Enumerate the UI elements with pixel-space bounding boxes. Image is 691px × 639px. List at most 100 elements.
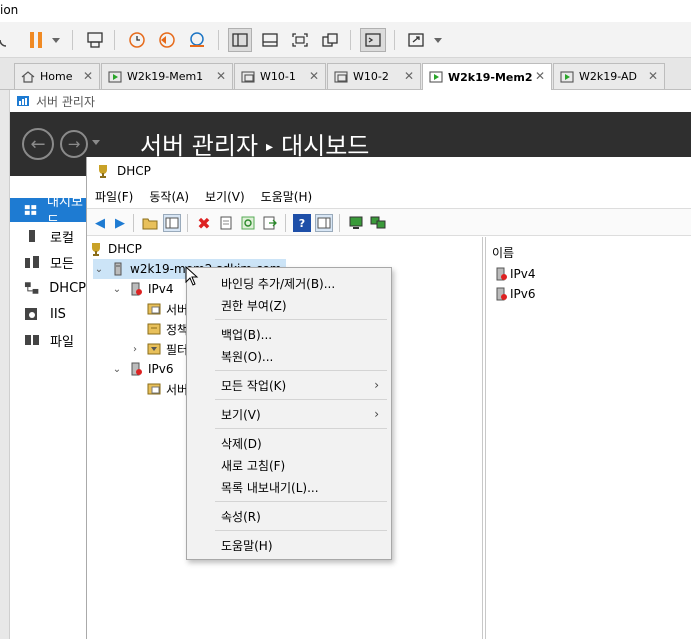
- list-item[interactable]: IPv4: [494, 265, 536, 283]
- toolbar-divider: [339, 214, 340, 232]
- menu-item-view[interactable]: 보기(V) ›: [187, 404, 391, 424]
- list-item-label: IPv4: [510, 267, 536, 281]
- properties-icon[interactable]: [217, 214, 235, 232]
- menu-help[interactable]: 도움말(H): [261, 188, 313, 205]
- nav-item-iis[interactable]: IIS: [10, 302, 86, 326]
- menu-item-delete[interactable]: 삭제(D): [187, 433, 391, 453]
- tab-home[interactable]: Home ✕: [14, 63, 100, 89]
- vm-icon: [241, 70, 255, 83]
- list-item[interactable]: IPv6: [494, 285, 536, 303]
- show-action-pane-icon[interactable]: [315, 214, 333, 232]
- nav-item-dashboard[interactable]: 대시보드: [10, 195, 86, 229]
- close-icon[interactable]: ✕: [404, 69, 414, 83]
- tab-w10-2[interactable]: W10-2 ✕: [327, 63, 421, 89]
- close-icon[interactable]: ✕: [648, 69, 658, 83]
- tree-item-ipv4-server-options[interactable]: 서버: [129, 299, 188, 319]
- refresh-icon[interactable]: [239, 214, 257, 232]
- vm-running-icon: [560, 70, 574, 83]
- toolbar-divider: [187, 214, 188, 232]
- tree-item-ipv4-filters[interactable]: › 필터: [129, 339, 188, 359]
- tree-root-dhcp[interactable]: DHCP: [89, 239, 142, 259]
- close-icon[interactable]: ✕: [309, 69, 319, 83]
- menu-item-authorize[interactable]: 권한 부여(Z): [187, 295, 391, 315]
- menu-item-backup[interactable]: 백업(B)...: [187, 324, 391, 344]
- tab-w2k19-mem1[interactable]: W2k19-Mem1 ✕: [101, 63, 233, 89]
- server-display-icon[interactable]: [347, 214, 365, 232]
- close-icon[interactable]: ✕: [535, 69, 545, 83]
- tree-item-ipv6[interactable]: ⌄ IPv6: [111, 359, 174, 379]
- show-hide-tree-icon[interactable]: [163, 214, 181, 232]
- tree-label: IPv6: [148, 362, 174, 376]
- back-icon[interactable]: ◀: [91, 214, 109, 232]
- menu-file[interactable]: 파일(F): [95, 188, 133, 205]
- nav-item-all-servers[interactable]: 모든: [10, 250, 86, 274]
- power-partial-icon[interactable]: [0, 28, 10, 52]
- toolbar-divider: [350, 30, 351, 50]
- show-library-icon[interactable]: [228, 28, 252, 52]
- forward-arrow-icon[interactable]: →: [60, 130, 88, 158]
- console-view-icon[interactable]: [360, 28, 386, 52]
- chevron-down-icon[interactable]: ⌄: [111, 284, 123, 295]
- chevron-down-icon[interactable]: ⌄: [111, 364, 123, 375]
- menu-item-help[interactable]: 도움말(H): [187, 535, 391, 555]
- column-header-name[interactable]: 이름: [492, 244, 514, 261]
- menu-separator: [215, 370, 387, 371]
- delete-icon[interactable]: ✖: [195, 214, 213, 233]
- tree-item-ipv4-policies[interactable]: 정책: [129, 319, 188, 339]
- revert-snapshot-icon[interactable]: [156, 28, 178, 52]
- dhcp-menu-bar: 파일(F) 동작(A) 보기(V) 도움말(H): [87, 185, 691, 207]
- help-icon[interactable]: ?: [293, 214, 311, 232]
- menu-item-export-list[interactable]: 목록 내보내기(L)...: [187, 477, 391, 497]
- tab-w2k19-mem2[interactable]: W2k19-Mem2 ✕: [422, 63, 552, 90]
- dhcp-title: DHCP: [117, 164, 151, 178]
- back-arrow-icon[interactable]: ←: [22, 128, 54, 160]
- nav-item-local-server[interactable]: 로컬: [10, 224, 86, 248]
- thumbnail-bar-icon[interactable]: [258, 28, 282, 52]
- close-icon[interactable]: ✕: [83, 69, 93, 83]
- menu-item-refresh[interactable]: 새로 고침(F): [187, 455, 391, 475]
- snapshot-manager-icon[interactable]: [186, 28, 208, 52]
- snapshot-icon[interactable]: [126, 28, 148, 52]
- tab-label: W10-2: [353, 70, 389, 83]
- forward-icon[interactable]: ▶: [111, 214, 129, 232]
- send-ctrl-alt-del-icon[interactable]: [84, 28, 106, 52]
- stretch-guest-icon[interactable]: [404, 28, 428, 52]
- chevron-right-icon[interactable]: ›: [129, 344, 141, 355]
- close-icon[interactable]: ✕: [216, 69, 226, 83]
- chevron-down-icon[interactable]: ⌄: [93, 264, 105, 275]
- tree-item-ipv6-server-options[interactable]: 서버: [129, 379, 188, 399]
- menu-item-add-remove-bindings[interactable]: 바인딩 추가/제거(B)...: [187, 273, 391, 293]
- nav-item-dhcp[interactable]: DHCP: [10, 276, 86, 300]
- chevron-right-icon: ›: [374, 378, 379, 392]
- unity-icon[interactable]: [318, 28, 342, 52]
- tab-label: Home: [40, 70, 73, 83]
- menu-action[interactable]: 동작(A): [149, 188, 189, 205]
- export-list-icon[interactable]: [261, 214, 279, 232]
- iis-icon: [25, 308, 37, 320]
- dhcp-icon: [24, 282, 39, 294]
- stretch-dropdown-icon[interactable]: [434, 38, 442, 43]
- nav-label: 로컬: [50, 230, 74, 246]
- vm-running-icon: [108, 70, 122, 83]
- vm-tab-bar: Home ✕ W2k19-Mem1 ✕ W10-1 ✕ W10-2 ✕ W2k1…: [0, 58, 691, 90]
- history-dropdown-icon[interactable]: [92, 140, 100, 145]
- menu-view[interactable]: 보기(V): [205, 188, 245, 205]
- tab-w10-1[interactable]: W10-1 ✕: [234, 63, 326, 89]
- page-title: 서버 관리자 ▸ 대시보드: [140, 126, 369, 161]
- pause-button[interactable]: [26, 28, 46, 52]
- list-item-label: IPv6: [510, 287, 536, 301]
- menu-item-all-tasks[interactable]: 모든 작업(K) ›: [187, 375, 391, 395]
- tree-label: DHCP: [108, 242, 142, 256]
- tree-item-ipv4[interactable]: ⌄ IPv4: [111, 279, 174, 299]
- dhcp-titlebar: DHCP: [87, 157, 691, 185]
- server-connect-icon[interactable]: [369, 214, 387, 232]
- nav-item-file-services[interactable]: 파일: [10, 328, 86, 352]
- menu-item-restore[interactable]: 복원(O)...: [187, 346, 391, 366]
- menu-item-properties[interactable]: 속성(R): [187, 506, 391, 526]
- up-folder-icon[interactable]: [141, 214, 159, 232]
- nav-label: DHCP: [49, 280, 86, 296]
- full-screen-icon[interactable]: [288, 28, 312, 52]
- tab-w2k19-ad[interactable]: W2k19-AD ✕: [553, 63, 665, 89]
- pause-dropdown-icon[interactable]: [52, 38, 60, 43]
- vm-running-icon: [429, 71, 443, 83]
